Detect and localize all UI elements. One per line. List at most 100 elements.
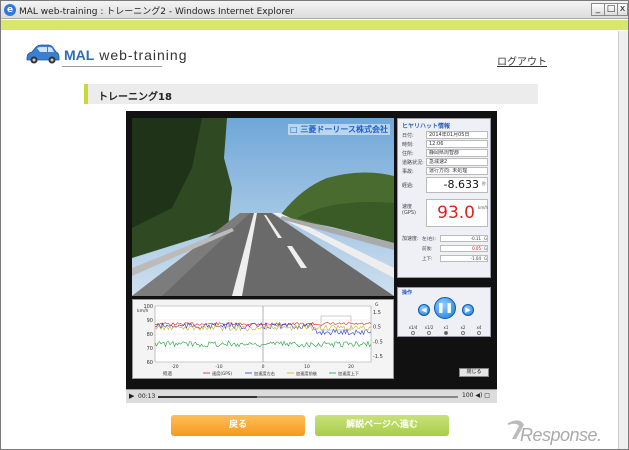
road-scene-image: [132, 118, 394, 296]
ie-icon: e: [4, 4, 16, 16]
speed-option-label: x1: [443, 325, 449, 330]
minimize-button[interactable]: _: [591, 3, 605, 16]
speed-option-label: x4: [476, 325, 482, 330]
playback-control-panel: 操作 ◀ ❚❚ ▶ x1/4 x1/2 x1 x2 x4: [397, 287, 491, 337]
speed-sublabel: (GPS): [402, 210, 416, 216]
radio-icon: [411, 331, 415, 335]
info-value: 急減速2: [426, 158, 488, 166]
brand-underline: [62, 66, 162, 67]
accel-lr-number: -0.11: [470, 236, 481, 241]
chart-legend-label: 加速度前後: [296, 370, 318, 377]
page-title: トレーニング18: [98, 92, 172, 103]
accel-lr-value: -0.11: [440, 235, 488, 242]
radio-icon: [477, 331, 481, 335]
browser-window: e MAL web-training : トレーニング2 - Windows I…: [0, 0, 629, 450]
dashcam-video[interactable]: □ 三菱ドーリース株式会社: [132, 118, 394, 296]
accel-fb-unit: G: [484, 246, 488, 251]
accel-fb-number: 0.05: [472, 246, 481, 251]
volume-control[interactable]: 100 ◀) □: [462, 392, 490, 399]
speed-option[interactable]: x4: [472, 325, 486, 335]
accel-label: 加速度:: [402, 236, 419, 242]
chart-left-tick: 80: [147, 332, 153, 338]
brand-suffix: web-training: [94, 47, 188, 63]
logout-link[interactable]: ログアウト: [497, 53, 547, 68]
accel-fb-label: 前後:: [422, 247, 433, 252]
chart-right-tick: 0.5: [373, 325, 381, 331]
accel-lr-unit: G: [484, 236, 488, 241]
speed-value: 93.0: [426, 199, 488, 227]
control-heading: 操作: [402, 290, 413, 296]
back-button[interactable]: 戻る: [171, 415, 305, 436]
info-label: 時刻:: [402, 142, 414, 148]
accel-ud-label: 上下:: [422, 257, 433, 262]
accel-ud-value: -1.04: [440, 255, 488, 262]
distance-value: -8.633: [426, 177, 488, 193]
speed-option-label: x1/2: [424, 325, 434, 330]
distance-unit: 秒: [482, 181, 486, 186]
brand-mal: MAL: [64, 47, 95, 63]
forward-icon: ▶: [465, 306, 471, 314]
radio-icon: [444, 331, 448, 335]
chart-x-tick: 20: [348, 364, 354, 370]
info-heading: ヒヤリハット情報: [402, 123, 451, 130]
sensor-chart: 100 90 80 70 60 1.5 0.5 -0.5 -1.5 -20 -10 0 10 20 km/h…: [132, 299, 394, 379]
chart-left-tick: 90: [147, 318, 153, 324]
window-title: MAL web-training : トレーニング2 - Windows Int…: [19, 7, 295, 17]
info-row: 時刻: 12:06: [402, 140, 490, 148]
pause-button[interactable]: ❚❚: [434, 297, 456, 319]
chart-left-tick: 60: [147, 360, 153, 366]
maximize-button[interactable]: □: [604, 3, 618, 16]
accel-ud-number: -1.04: [470, 256, 481, 261]
car-icon: [26, 44, 60, 64]
chart-x-tick: -20: [171, 364, 178, 370]
close-player-button[interactable]: 閉じる: [459, 368, 489, 377]
speed-option[interactable]: x1/4: [406, 325, 420, 335]
chart-ylabel-left: km/h: [137, 308, 149, 314]
chart-legend-label: 加速度左右: [254, 370, 275, 377]
rewind-button[interactable]: ◀: [418, 304, 430, 316]
brand-name: MAL web-training: [64, 47, 187, 63]
chart-right-tick: -0.5: [373, 339, 383, 345]
incident-info-panel: ヒヤリハット情報 日付: 2014年01月05日 時刻: 12:06 住所: 静…: [397, 118, 491, 278]
info-value: 12:06: [426, 140, 488, 148]
info-row: 道路状況: 急減速2: [402, 158, 490, 166]
distance-number: -8.633: [443, 178, 479, 191]
info-row: 住所: 静岡県周智郡: [402, 149, 490, 157]
video-overlay-caption: □ 三菱ドーリース株式会社: [288, 124, 390, 135]
info-value: 運行方向: 未処理: [426, 167, 488, 175]
info-row: 日付: 2014年01月05日: [402, 131, 490, 139]
forward-button[interactable]: ▶: [462, 304, 474, 316]
accel-lr-label: 左(右):: [422, 237, 437, 242]
close-window-button[interactable]: x: [617, 3, 628, 16]
seek-progress: [158, 396, 257, 398]
info-label: 道路状況:: [402, 160, 424, 166]
chart-legend-label: 速度(GPS): [212, 370, 232, 377]
rewind-icon: ◀: [421, 306, 427, 314]
info-label: 住所:: [402, 151, 414, 157]
info-row: 事故: 運行方向: 未処理: [402, 167, 490, 175]
chart-x-tick: 0: [262, 364, 265, 370]
speed-selector: x1/4 x1/2 x1 x2 x4: [402, 325, 490, 336]
speed-option[interactable]: x2: [456, 325, 470, 335]
speed-label: 速度: [402, 204, 413, 210]
speed-option[interactable]: x1/2: [422, 325, 436, 335]
speed-unit: km/h: [478, 205, 489, 210]
distance-label: 経過:: [402, 183, 414, 189]
play-icon[interactable]: ▶: [129, 392, 134, 400]
media-bar: ▶ 00:13 100 ◀) □: [126, 389, 497, 403]
video-player: □ 三菱ドーリース株式会社 100 90 80 70 60 1.5 0.5 -0.5 -1.5-…: [126, 111, 497, 403]
chart-right-tick: -1.5: [373, 354, 383, 360]
title-bar: e MAL web-training : トレーニング2 - Windows I…: [1, 1, 628, 19]
radio-icon: [427, 331, 431, 335]
radio-icon: [461, 331, 465, 335]
chart-left-tick: 70: [147, 346, 153, 352]
info-value: 静岡県周智郡: [426, 149, 488, 157]
page-heading: トレーニング18: [84, 84, 538, 104]
next-explanation-button[interactable]: 解説ページへ進む: [315, 415, 449, 436]
speed-option[interactable]: x1: [439, 325, 453, 335]
site-logo[interactable]: MAL web-training: [24, 43, 186, 69]
seek-track[interactable]: [158, 396, 458, 398]
sensor-chart-svg: 100908070601.50.5-0.5-1.5-20 -10 0 10 20km/h…: [137, 302, 383, 377]
info-label: 事故:: [402, 169, 414, 175]
page-scrollbar[interactable]: [618, 31, 628, 449]
